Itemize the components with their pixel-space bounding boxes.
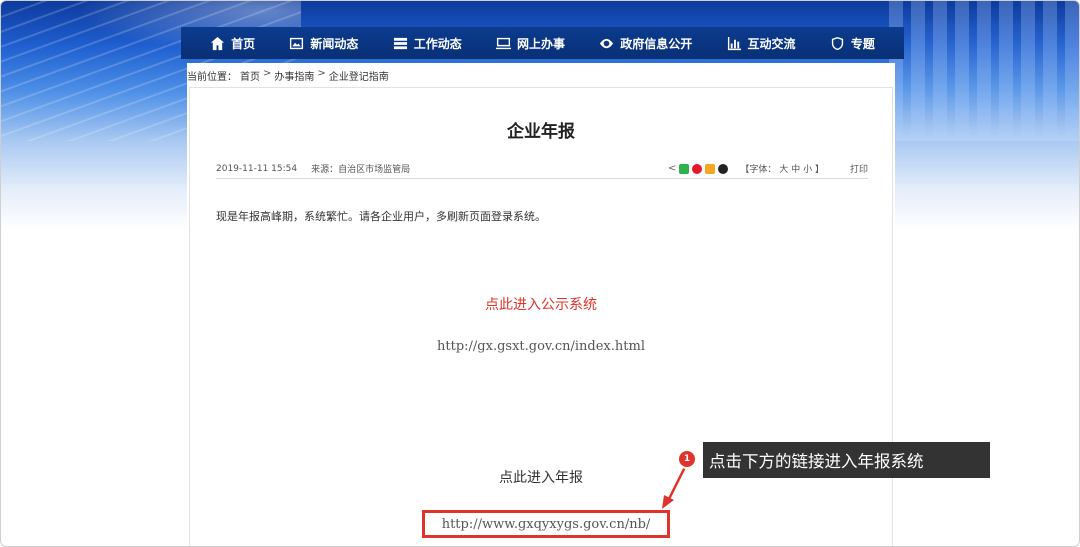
- weibo-icon[interactable]: [692, 163, 703, 174]
- nav-item-label: 新闻动态: [310, 36, 359, 51]
- eye-icon: [600, 38, 614, 48]
- annotation-arrow: [662, 464, 688, 509]
- nav-item-label: 互动交流: [747, 36, 796, 51]
- annual-report-url[interactable]: http://www.gxqyxygs.gov.cn/nb/: [442, 517, 651, 532]
- home-icon: [211, 36, 225, 50]
- share-icon[interactable]: <: [668, 163, 676, 174]
- image-icon: [290, 37, 304, 49]
- font-large-button[interactable]: 大: [779, 165, 788, 175]
- nav-item-label: 网上办事: [516, 36, 565, 51]
- wechat-icon[interactable]: [679, 163, 690, 174]
- nav-item-online-service[interactable]: 网上办事: [495, 35, 565, 52]
- article: 企业年报 2019-11-11 15:54 来源：自治区市场监管局 < 【字体：…: [189, 87, 893, 546]
- font-small-button[interactable]: 小: [803, 165, 812, 175]
- nav-item-label: 专题: [850, 36, 875, 51]
- nav-item-topics[interactable]: 专题: [830, 35, 875, 52]
- breadcrumb-prefix: 当前位置：: [187, 72, 237, 83]
- public-system-url[interactable]: http://gx.gsxt.gov.cn/index.html: [190, 339, 892, 354]
- nav-item-news[interactable]: 新闻动态: [289, 35, 358, 52]
- breadcrumb-separator: >: [263, 68, 272, 79]
- bar-chart-icon: [727, 36, 741, 50]
- banner-decoration-right: [889, 1, 1079, 141]
- print-button[interactable]: 打印: [850, 162, 868, 175]
- article-date: 2019-11-11 15:54: [216, 163, 298, 174]
- article-source: 来源：自治区市场监管局: [311, 165, 411, 175]
- main-nav: 首页 新闻动态 工作动态 网上办事 政府信息公开 互动交流 专题: [181, 27, 904, 59]
- qzone-icon[interactable]: [705, 163, 716, 174]
- shield-icon: [831, 36, 843, 50]
- nav-item-interaction[interactable]: 互动交流: [727, 35, 796, 52]
- font-size-label: 【字体：: [740, 165, 777, 175]
- stack-icon: [393, 37, 407, 49]
- nav-item-label: 政府信息公开: [620, 36, 693, 51]
- highlight-box: http://www.gxqyxygs.gov.cn/nb/: [422, 510, 670, 538]
- article-title: 企业年报: [507, 122, 575, 142]
- breadcrumb-current[interactable]: 企业登记指南: [329, 68, 389, 83]
- font-size-control: 【字体： 大 中 小 】: [740, 162, 824, 175]
- share-bar: <: [668, 163, 729, 174]
- nav-item-label: 首页: [231, 36, 256, 51]
- nav-item-work[interactable]: 工作动态: [393, 35, 462, 52]
- public-system-link[interactable]: 点此进入公示系统: [190, 294, 892, 314]
- breadcrumb-separator: >: [317, 68, 326, 79]
- nav-item-home[interactable]: 首页: [210, 35, 255, 52]
- qq-icon[interactable]: [718, 163, 729, 174]
- annotation-badge: 1: [679, 451, 695, 467]
- page: 首页 新闻动态 工作动态 网上办事 政府信息公开 互动交流 专题 当前位置： 首…: [0, 0, 1080, 547]
- article-meta: 2019-11-11 15:54 来源：自治区市场监管局 < 【字体： 大 中 …: [216, 159, 868, 179]
- article-body: 现是年报高峰期，系统繁忙。请各企业用户，多刷新页面登录系统。: [216, 210, 546, 223]
- annotation-callout: 点击下方的链接进入年报系统: [703, 442, 990, 478]
- nav-item-gov-info[interactable]: 政府信息公开: [599, 35, 692, 52]
- nav-item-label: 工作动态: [413, 36, 462, 51]
- breadcrumb-home[interactable]: 首页: [240, 68, 260, 83]
- font-size-label-close: 】: [814, 165, 824, 175]
- font-medium-button[interactable]: 中: [791, 165, 800, 175]
- breadcrumb: 当前位置： 首页 > 办事指南 > 企业登记指南: [187, 68, 389, 83]
- breadcrumb-guide[interactable]: 办事指南: [274, 68, 314, 83]
- monitor-icon: [495, 37, 511, 49]
